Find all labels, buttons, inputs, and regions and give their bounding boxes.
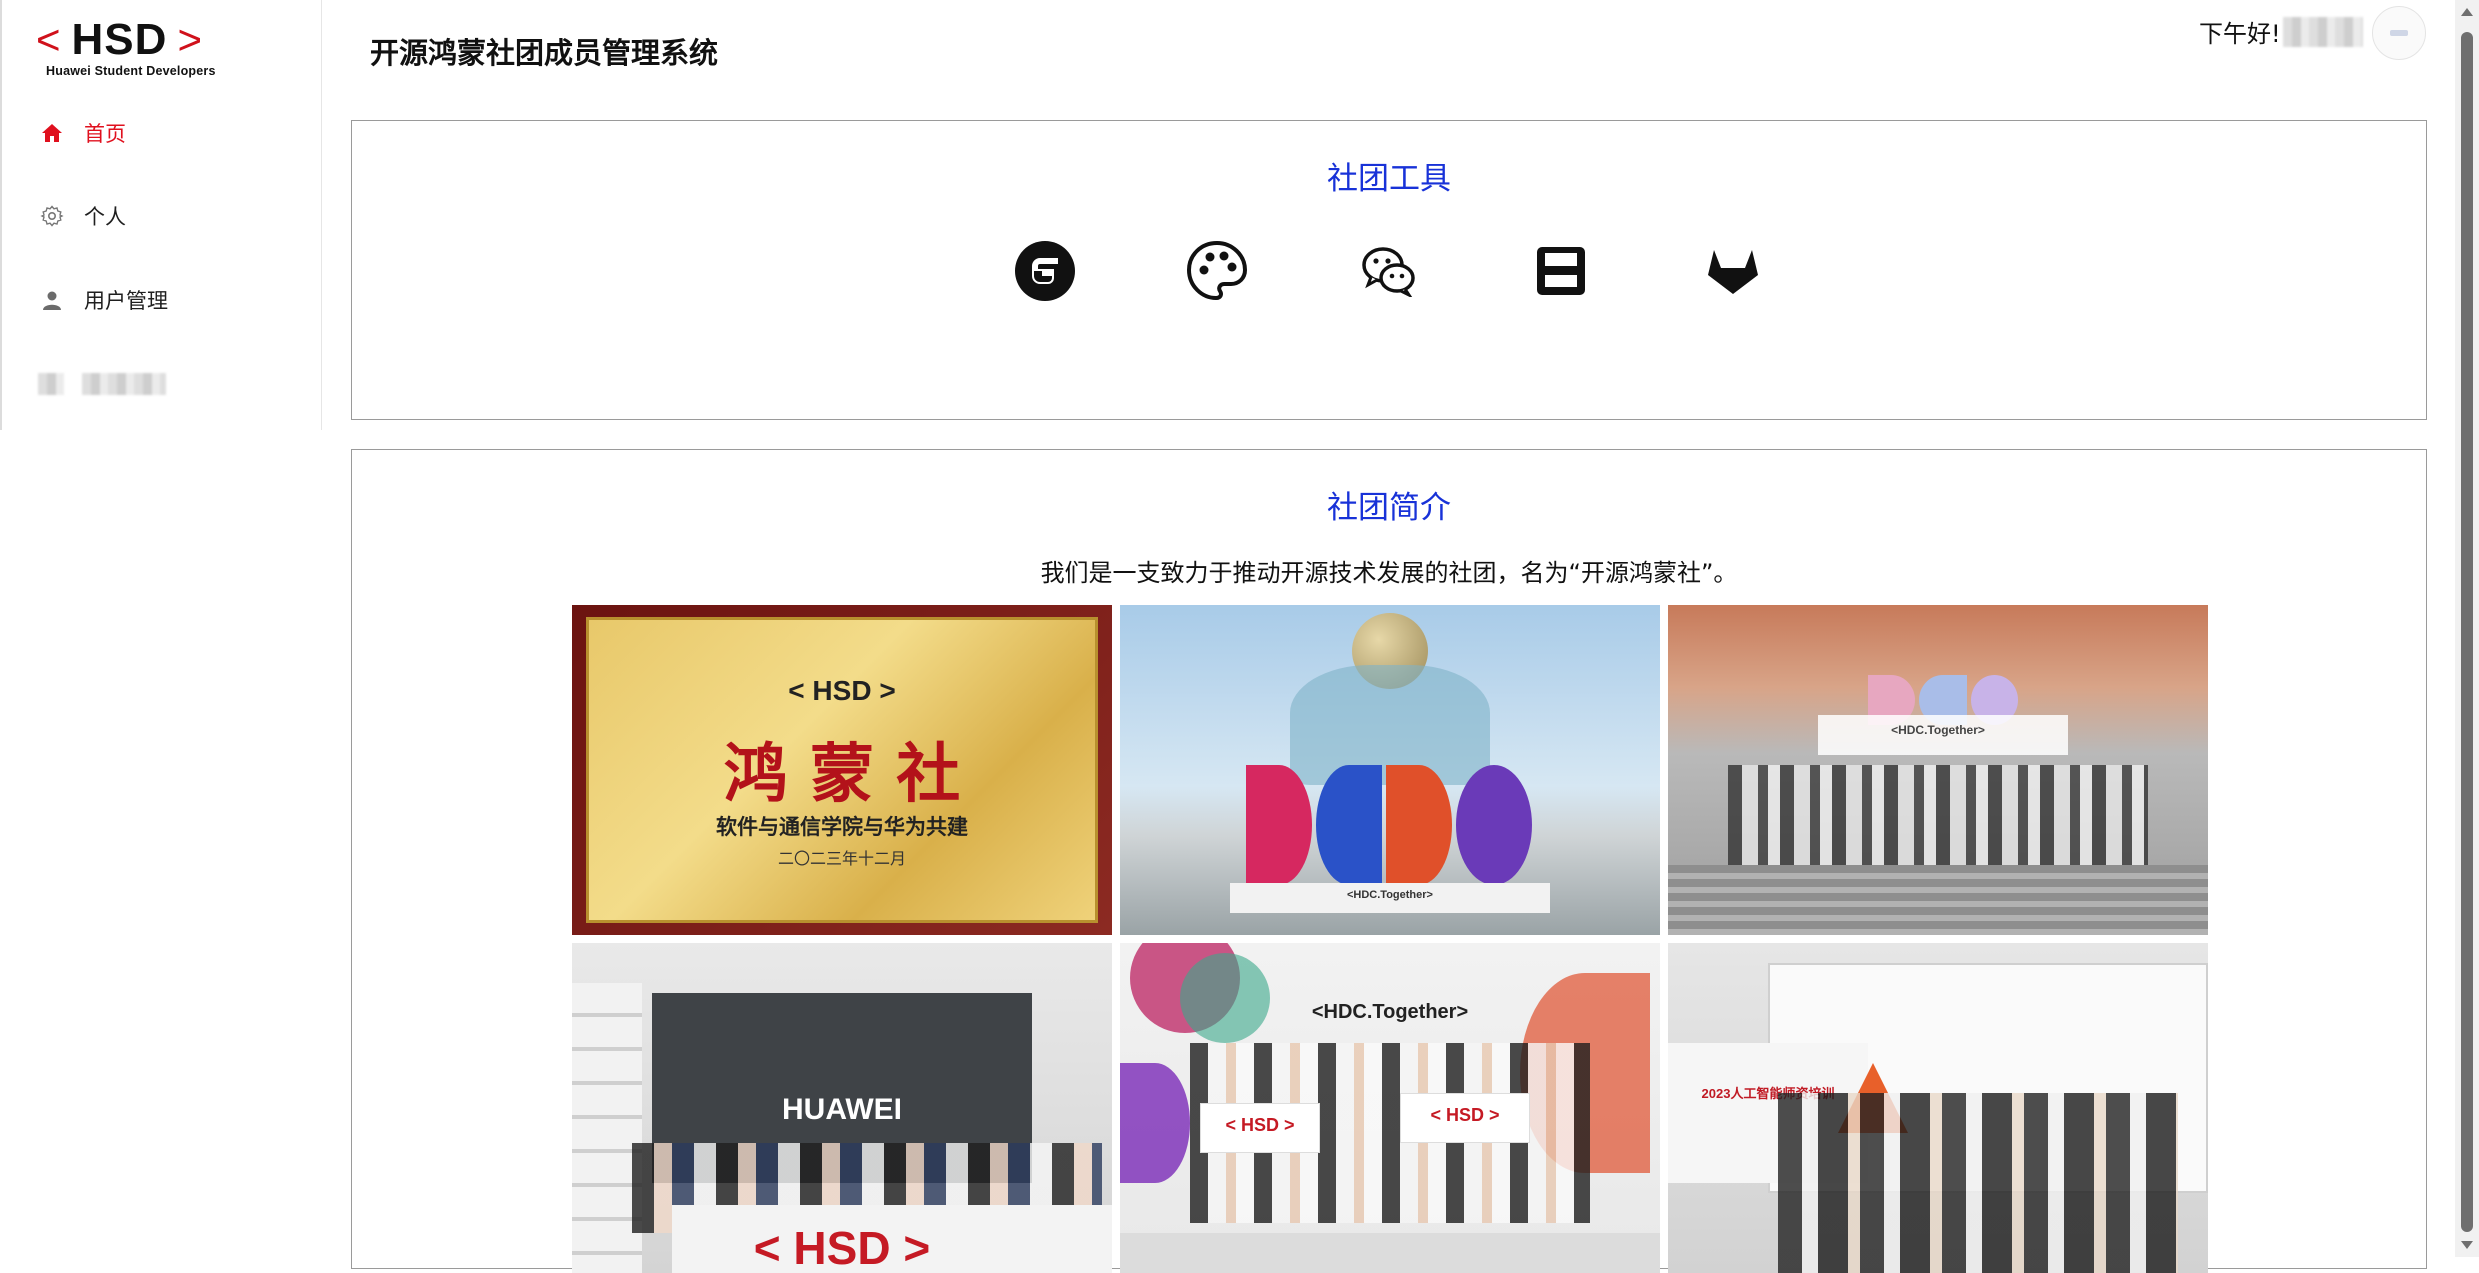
training-people [1778,1093,2178,1273]
redacted-icon [38,373,64,395]
home-icon [38,119,66,147]
scroll-down-arrow-icon[interactable] [2461,1241,2473,1249]
intro-card: 社团简介 我们是一支致力于推动开源技术发展的社团，名为“开源鸿蒙社”。 < HS… [351,449,2427,1273]
flag-text: < HSD > [753,1222,931,1273]
hdc-letters [1246,765,1536,885]
sidebar-item-label: 个人 [84,205,126,229]
plaque-title: 鸿 蒙 社 [723,737,961,812]
plaque-logo: < HSD > [788,675,896,706]
page-title: 开源鸿蒙社团成员管理系统 [370,36,719,70]
logo-text: HSD [71,15,168,64]
hsd-logo[interactable]: < HSD > Huawei Student Developers [36,18,226,82]
tools-row [352,239,2426,303]
intro-card-title: 社团简介 [1327,490,1451,526]
sidebar: < HSD > Huawei Student Developers 首页 个人 … [0,0,322,430]
hdc-group-photo[interactable]: <HDC.Together> [1668,605,2208,935]
avatar[interactable] [2372,6,2426,60]
tools-card: 社团工具 [351,120,2427,420]
greeting-text: 下午好! [2199,20,2281,48]
sidebar-item-label: 首页 [84,122,126,146]
gitee-icon[interactable] [1013,239,1077,303]
greeting: 下午好! [2199,14,2363,49]
intro-text: 我们是一支致力于推动开源技术发展的社团，名为“开源鸿蒙社”。 [1040,559,1738,587]
sculpture-caption: <HDC.Together> [1347,889,1433,901]
plaque-line: 软件与通信学院与华为共建 [716,816,968,839]
tools-card-title: 社团工具 [1327,161,1451,197]
redacted-label [82,373,166,395]
group-steps [1668,865,2208,935]
logo-bracket-right: > [177,16,203,63]
group-caption: <HDC.Together> [1891,723,1985,737]
scroll-up-arrow-icon[interactable] [2461,8,2473,16]
username-redacted [2282,16,2363,47]
hdc-sculpture-photo[interactable]: <HDC.Together> [1120,605,1660,935]
scrollbar[interactable] [2455,0,2479,1257]
team-floor [1120,1233,1660,1273]
store-logo: HUAWEI [782,1093,902,1126]
huawei-store-photo[interactable]: HUAWEI < HSD > [572,943,1112,1273]
training-photo[interactable]: 2023人工智能师资培训 [1668,943,2208,1273]
team-caption: <HDC.Together> [1311,1001,1469,1023]
plaque-date: 二〇二三年十二月 [777,851,906,868]
decor-shape-purple [1120,1063,1190,1183]
user-avatar-icon [2390,30,2408,36]
decor-circle-green [1180,953,1270,1043]
wechat-icon[interactable] [1357,239,1421,303]
sidebar-item-personal[interactable]: 个人 [38,196,126,236]
logo-subtitle: Huawei Student Developers [46,64,216,78]
scroll-thumb[interactable] [2461,32,2473,1232]
sidebar-item-home[interactable]: 首页 [38,113,126,153]
plaque-photo[interactable]: < HSD > 鸿 蒙 社 软件与通信学院与华为共建 二〇二三年十二月 [572,605,1112,935]
palette-icon[interactable] [1185,239,1249,303]
user-icon [38,286,66,314]
hdc-team-photo[interactable]: <HDC.Together> < HSD > < HSD > [1120,943,1660,1273]
sidebar-item-label: 用户管理 [84,289,168,313]
save-icon[interactable] [1529,239,1593,303]
gear-icon [38,202,66,230]
group-people [1728,765,2148,875]
gitlab-icon[interactable] [1701,239,1765,303]
sidebar-item-user-management[interactable]: 用户管理 [38,280,168,320]
team-flag-left-text: < HSD > [1225,1115,1295,1135]
photo-gallery: < HSD > 鸿 蒙 社 软件与通信学院与华为共建 二〇二三年十二月 <HDC… [572,605,2208,1273]
logo-bracket-left: < [36,16,62,63]
sidebar-item-redacted[interactable] [38,364,166,404]
team-flag-right-text: < HSD > [1430,1105,1500,1125]
